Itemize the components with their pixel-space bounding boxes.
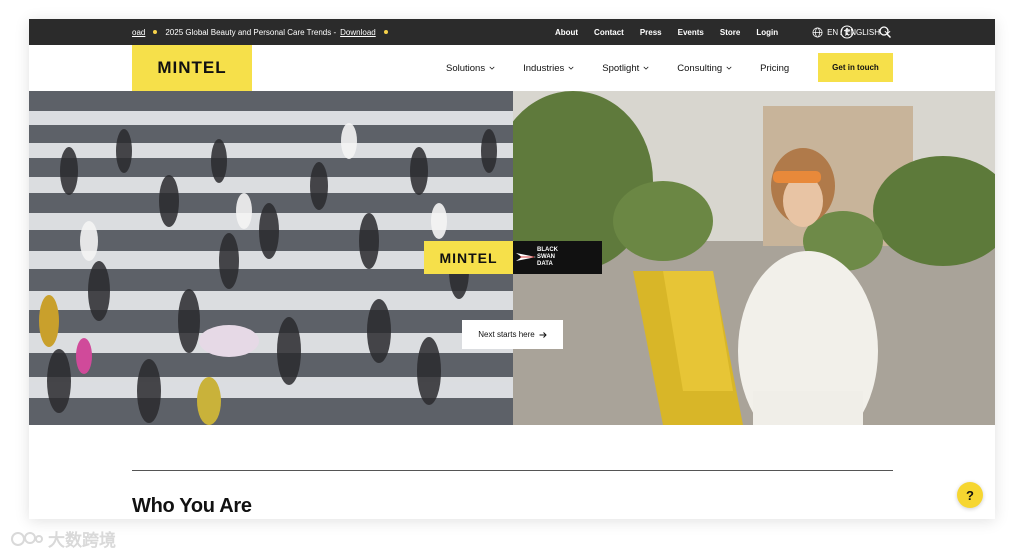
search-icon[interactable] <box>878 25 892 39</box>
util-link-store[interactable]: Store <box>720 28 740 37</box>
util-link-press[interactable]: Press <box>640 28 662 37</box>
announcement-ticker: oad 2025 Global Beauty and Personal Care… <box>132 19 452 45</box>
mintel-black-swan-badge: MINTEL BLACK SWAN DATA <box>424 241 602 274</box>
help-icon: ? <box>966 487 974 503</box>
ticker-dot <box>153 30 158 34</box>
ticker-prefix[interactable]: oad <box>132 28 145 37</box>
nav-item-pricing[interactable]: Pricing <box>760 63 789 74</box>
top-utility-bar: oad 2025 Global Beauty and Personal Care… <box>29 19 995 45</box>
nav-item-solutions[interactable]: Solutions <box>446 63 495 74</box>
nav-menu: Solutions Industries Spotlight Consultin… <box>446 45 789 91</box>
next-starts-here-label: Next starts here <box>478 330 535 339</box>
accessibility-icon[interactable] <box>840 25 854 39</box>
nav-item-label: Pricing <box>760 62 790 74</box>
section-divider <box>132 470 893 471</box>
nav-item-label: Solutions <box>446 62 486 74</box>
watermark-logo-icon <box>11 531 43 546</box>
get-in-touch-button[interactable]: Get in touch <box>818 53 893 82</box>
nav-item-consulting[interactable]: Consulting <box>677 63 732 74</box>
util-link-about[interactable]: About <box>555 28 578 37</box>
ticker-download-link[interactable]: Download <box>340 28 376 37</box>
watermark-text: 大数跨境 <box>48 531 116 550</box>
chevron-down-icon <box>726 66 732 70</box>
chevron-down-icon <box>568 66 574 70</box>
who-you-are-heading: Who You Are <box>132 495 252 517</box>
mintel-logo[interactable]: MINTEL <box>132 45 252 91</box>
badge-mintel-logo: MINTEL <box>424 241 513 274</box>
page-frame: oad 2025 Global Beauty and Personal Care… <box>29 19 995 519</box>
util-link-contact[interactable]: Contact <box>594 28 624 37</box>
badge-partner-line2: SWAN <box>537 254 555 260</box>
nav-item-label: Consulting <box>677 62 723 74</box>
ticker-text: 2025 Global Beauty and Personal Care Tre… <box>165 27 337 37</box>
globe-icon <box>812 27 823 37</box>
chevron-down-icon <box>489 66 495 70</box>
hero-banner: MINTEL BLACK SWAN DATA Next starts here <box>29 91 995 425</box>
nav-item-label: Industries <box>523 62 565 74</box>
watermark: 大数跨境 <box>10 526 116 551</box>
chevron-down-icon <box>643 66 649 70</box>
badge-partner-line1: BLACK <box>537 247 558 253</box>
swan-arrow-icon <box>516 253 536 261</box>
next-starts-here-button[interactable]: Next starts here <box>462 320 563 349</box>
util-link-login[interactable]: Login <box>756 28 778 37</box>
help-button[interactable]: ? <box>957 482 983 508</box>
nav-item-spotlight[interactable]: Spotlight <box>602 63 649 74</box>
arrow-right-icon <box>539 331 547 338</box>
badge-black-swan-logo: BLACK SWAN DATA <box>513 241 602 274</box>
main-navigation: MINTEL Solutions Industries Spotlight Co… <box>29 45 995 91</box>
ticker-dot <box>383 30 388 34</box>
util-link-events[interactable]: Events <box>678 28 704 37</box>
badge-partner-line3: DATA <box>537 261 553 267</box>
nav-item-industries[interactable]: Industries <box>523 63 574 74</box>
nav-item-label: Spotlight <box>602 62 640 74</box>
